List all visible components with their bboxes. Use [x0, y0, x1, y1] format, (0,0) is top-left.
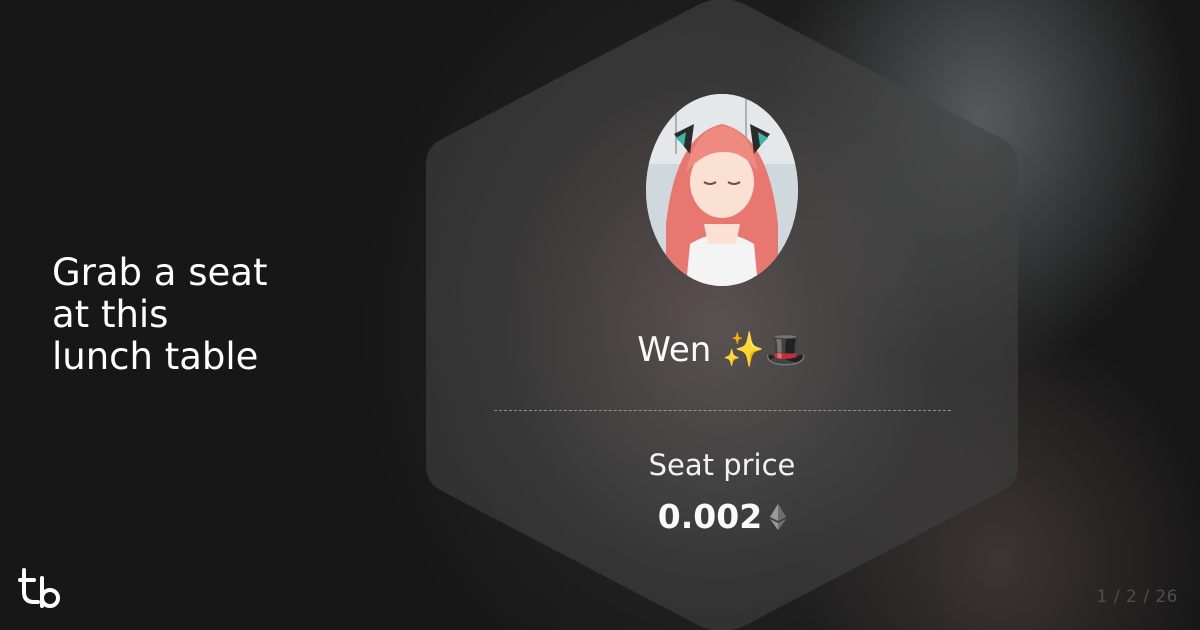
brand-logo-icon	[18, 568, 60, 608]
tagline: Grab a seat at this lunch table	[52, 251, 268, 378]
user-name: Wen ✨🎩	[637, 330, 807, 370]
seat-price-value: 0.002	[657, 497, 763, 536]
divider	[494, 410, 951, 411]
page-counter: 1 / 2 / 26	[1096, 587, 1178, 607]
seat-price-label: Seat price	[648, 448, 796, 482]
ethereum-icon	[770, 503, 787, 530]
seat-price: 0.002	[492, 497, 952, 536]
avatar	[646, 94, 798, 286]
